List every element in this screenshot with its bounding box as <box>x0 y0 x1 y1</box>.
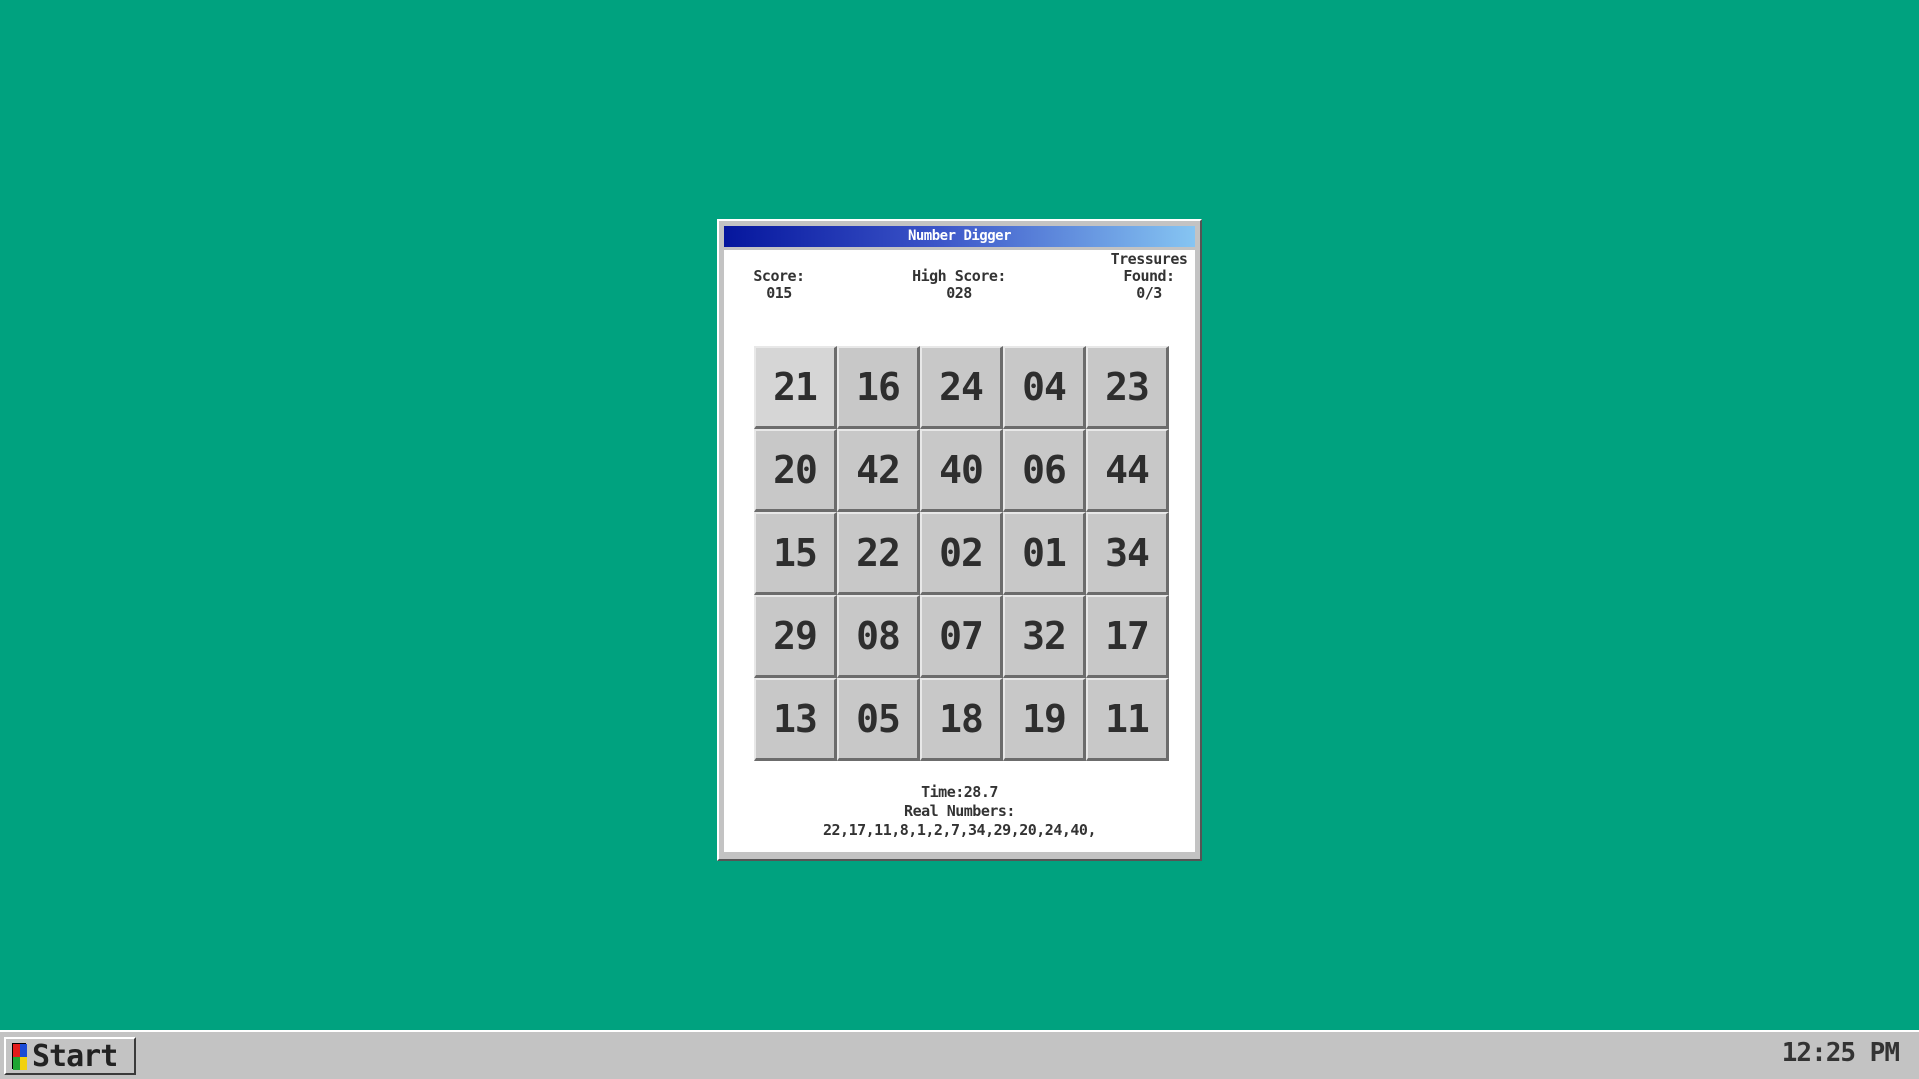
grid-cell[interactable]: 42 <box>837 429 920 512</box>
grid-cell[interactable]: 21 <box>754 346 837 429</box>
number-digger-window: Number Digger Score: 015 High Score: 028… <box>717 219 1202 861</box>
grid-cell[interactable]: 13 <box>754 678 837 761</box>
logo-quadrant <box>20 1057 27 1070</box>
grid-cell[interactable]: 32 <box>1003 595 1086 678</box>
taskbar: Start 12:25 PM <box>0 1030 1919 1079</box>
grid-cell[interactable]: 40 <box>920 429 1003 512</box>
grid-cell[interactable]: 05 <box>837 678 920 761</box>
grid-cell[interactable]: 02 <box>920 512 1003 595</box>
taskbar-clock[interactable]: 12:25 PM <box>1782 1038 1900 1068</box>
high-score-display: High Score: 028 <box>894 268 1024 302</box>
score-label: Score: <box>753 267 805 285</box>
grid-cell[interactable]: 06 <box>1003 429 1086 512</box>
game-area: Score: 015 High Score: 028 Tressures Fou… <box>724 250 1195 852</box>
grid-cell[interactable]: 16 <box>837 346 920 429</box>
grid-cell[interactable]: 29 <box>754 595 837 678</box>
windows-logo-icon <box>12 1043 27 1070</box>
game-footer: Time:28.7 Real Numbers: 22,17,11,8,1,2,7… <box>724 783 1195 840</box>
high-score-value: 028 <box>946 284 972 302</box>
window-title: Number Digger <box>907 228 1012 244</box>
start-label: Start <box>32 1038 118 1074</box>
grid-cell[interactable]: 44 <box>1086 429 1169 512</box>
start-button[interactable]: Start <box>4 1037 136 1075</box>
grid-cell[interactable]: 23 <box>1086 346 1169 429</box>
logo-quadrant <box>13 1044 20 1057</box>
real-numbers-label: Real Numbers: <box>904 802 1015 820</box>
score-display: Score: 015 <box>744 268 814 302</box>
number-grid: 21 16 24 04 23 20 42 40 06 44 15 22 02 01 34 29 08 07 32 17… <box>754 346 1169 761</box>
grid-cell[interactable]: 08 <box>837 595 920 678</box>
treasures-label-line2: Found: <box>1123 267 1175 285</box>
treasures-value: 0/3 <box>1136 284 1162 302</box>
score-value: 015 <box>766 284 792 302</box>
grid-cell[interactable]: 11 <box>1086 678 1169 761</box>
grid-cell[interactable]: 34 <box>1086 512 1169 595</box>
logo-quadrant <box>13 1057 20 1070</box>
window-titlebar[interactable]: Number Digger <box>724 226 1195 247</box>
grid-cell[interactable]: 24 <box>920 346 1003 429</box>
grid-cell[interactable]: 15 <box>754 512 837 595</box>
grid-cell[interactable]: 04 <box>1003 346 1086 429</box>
desktop: Number Digger Score: 015 High Score: 028… <box>0 0 1919 1030</box>
grid-cell[interactable]: 20 <box>754 429 837 512</box>
grid-cell[interactable]: 22 <box>837 512 920 595</box>
grid-cell[interactable]: 17 <box>1086 595 1169 678</box>
logo-quadrant <box>20 1044 27 1057</box>
high-score-label: High Score: <box>912 267 1006 285</box>
timer: Time:28.7 <box>921 783 998 801</box>
treasures-label-line1: Tressures <box>1110 250 1188 268</box>
grid-cell[interactable]: 07 <box>920 595 1003 678</box>
grid-cell[interactable]: 19 <box>1003 678 1086 761</box>
treasures-display: Tressures Found: 0/3 <box>1104 251 1194 302</box>
real-numbers-value: 22,17,11,8,1,2,7,34,29,20,24,40, <box>823 821 1096 839</box>
grid-cell[interactable]: 18 <box>920 678 1003 761</box>
grid-cell[interactable]: 01 <box>1003 512 1086 595</box>
